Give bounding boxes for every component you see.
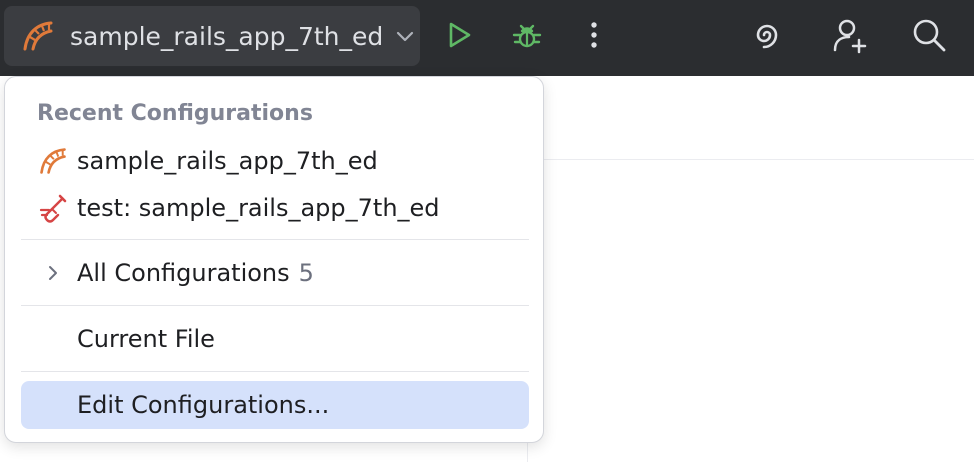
search-button[interactable] [904, 12, 954, 62]
separator [21, 371, 529, 372]
all-configurations-count: 5 [298, 259, 314, 287]
blank-icon-slot [37, 323, 69, 355]
editor-tab-strip [527, 76, 974, 160]
blank-icon-slot [37, 389, 69, 421]
all-configurations-item[interactable]: All Configurations 5 [21, 249, 529, 297]
run-configuration-selector[interactable]: sample_rails_app_7th_ed [4, 6, 420, 66]
run-button[interactable] [434, 12, 484, 62]
edit-configurations-label: Edit Configurations... [77, 391, 330, 419]
rails-icon [37, 145, 69, 177]
current-file-item[interactable]: Current File [21, 315, 529, 363]
more-actions-button[interactable] [569, 12, 619, 62]
add-user-button[interactable] [824, 12, 874, 62]
config-item-test[interactable]: test: sample_rails_app_7th_ed [21, 184, 529, 232]
separator [21, 239, 529, 240]
search-icon [911, 17, 947, 57]
debug-button[interactable] [502, 12, 552, 62]
ai-spiral-icon [749, 19, 785, 55]
more-vertical-icon [584, 20, 604, 54]
chevron-right-icon [37, 257, 69, 289]
recent-configurations-header: Recent Configurations [37, 101, 313, 126]
rails-icon [20, 18, 56, 54]
config-item-label: sample_rails_app_7th_ed [77, 147, 378, 175]
play-icon [444, 20, 474, 54]
run-configurations-popup: Recent Configurations sample_rails_app_7… [4, 76, 544, 443]
current-file-label: Current File [77, 325, 215, 353]
separator [21, 305, 529, 306]
chevron-down-icon [393, 24, 417, 48]
config-item-rails-app[interactable]: sample_rails_app_7th_ed [21, 137, 529, 185]
main-toolbar: sample_rails_app_7th_ed [0, 0, 974, 76]
all-configurations-label: All Configurations [77, 259, 290, 287]
config-item-label: test: sample_rails_app_7th_ed [77, 194, 440, 222]
add-user-icon [830, 16, 868, 58]
test-tube-icon [37, 192, 69, 224]
run-configuration-name: sample_rails_app_7th_ed [70, 21, 384, 51]
ai-assistant-button[interactable] [742, 12, 792, 62]
bug-icon [510, 18, 544, 56]
edit-configurations-item[interactable]: Edit Configurations... [21, 381, 529, 429]
